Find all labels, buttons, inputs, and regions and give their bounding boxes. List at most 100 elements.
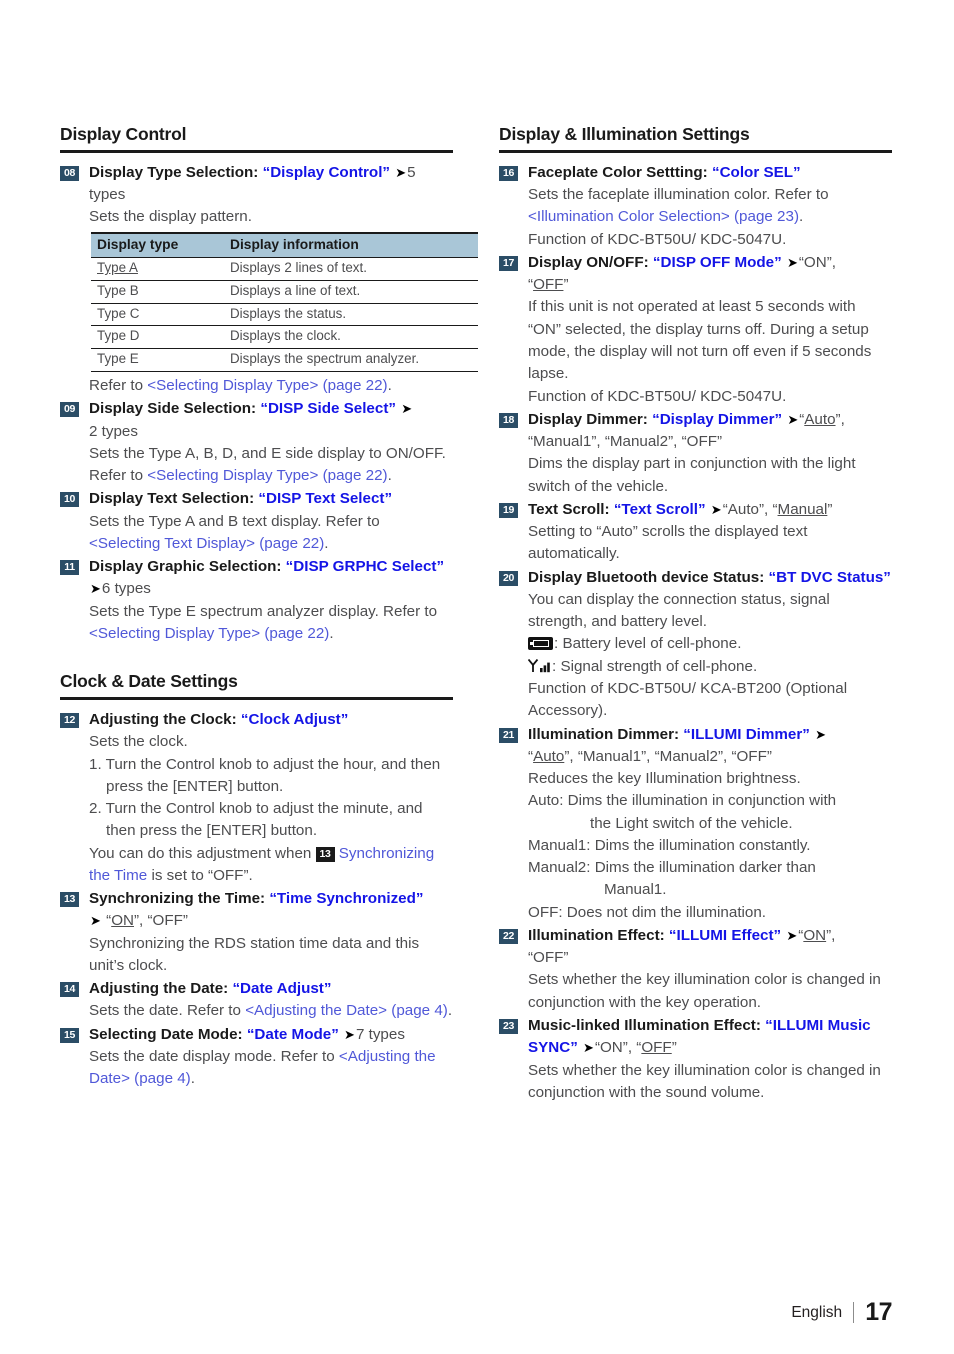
two-column-body: Display Control 08 Display Type Selectio… <box>60 124 892 1105</box>
note-prefix: You can do this adjustment when <box>89 844 316 862</box>
list-item-17: 17 Display ON/OFF: “DISP OFF Mode” ➤“ON”… <box>499 252 892 408</box>
setting-term: “DISP OFF Mode” <box>652 253 782 271</box>
definition-continuation: the Light switch of the vehicle. <box>590 814 793 832</box>
list-item-11: 11 Display Graphic Selection: “DISP GRPH… <box>60 556 453 645</box>
table-cell-default-label: Type A <box>97 260 138 276</box>
item-title: Display Type Selection: <box>89 163 259 181</box>
item-badge: 20 <box>499 570 518 586</box>
table-cell-info: Displays the spectrum analyzer. <box>224 348 478 372</box>
signal-icon <box>528 658 551 673</box>
item-title: Music-linked Illumination Effect: <box>528 1016 761 1034</box>
table-cell-type: Type D <box>91 325 224 350</box>
ref-prefix: Refer to <box>89 376 148 394</box>
icon-legend-battery: : Battery level of cell-phone. <box>528 633 892 655</box>
arrow-icon: ➤ <box>815 726 826 742</box>
table-row: Type D Displays the clock. <box>91 325 478 350</box>
item-title: Text Scroll: <box>528 500 610 518</box>
body-suffix: . <box>387 467 392 485</box>
item-note-line: You can do this adjustment when 13 Synch… <box>89 843 453 888</box>
icon-legend-text: : Signal strength of cell-phone. <box>552 657 758 675</box>
table-cell-type: Type B <box>91 280 224 304</box>
option-values-post: “OFF” <box>632 1039 677 1057</box>
list-item-22: 22 Illumination Effect: “ILLUMI Effect” … <box>499 925 892 1014</box>
table-cell-type: Type A <box>91 257 224 281</box>
list-item-12: 12 Adjusting the Clock: “Clock Adjust” S… <box>60 709 453 887</box>
note-suffix: is set to “OFF”. <box>147 866 253 884</box>
option-values-post: “OFF” <box>528 276 569 294</box>
table-cell-info: Displays a line of text. <box>224 280 478 304</box>
option-values-pre: “ON”, <box>798 253 836 271</box>
item-title: Display Bluetooth device Status: <box>528 568 765 586</box>
definition-off: OFF: Does not dim the illumination. <box>528 903 767 921</box>
item-body-line: Setting to “Auto” scrolls the displayed … <box>528 523 808 563</box>
table-row: Type B Displays a line of text. <box>91 280 478 304</box>
item-badge: 15 <box>60 1027 79 1043</box>
cross-reference-link[interactable]: <Selecting Text Display> (page 22) <box>89 535 324 552</box>
body-prefix: Sets the Type E spectrum analyzer displa… <box>89 602 438 620</box>
default-option: Manual <box>777 500 828 518</box>
option-values: “ON”, “OFF” <box>106 912 188 930</box>
item-body-line: Sets whether the key illumination color … <box>528 1061 881 1101</box>
page-footer: English 17 <box>791 1298 892 1327</box>
arrow-icon: ➤ <box>395 164 407 180</box>
section-heading-display-illumination: Display & Illumination Settings <box>499 124 892 153</box>
arrow-icon: ➤ <box>786 927 798 943</box>
body-prefix: Sets the Type A and B text display. Refe… <box>89 512 380 530</box>
cross-reference-link[interactable]: <Illumination Color Selection> (page 23) <box>528 208 799 225</box>
item-body-line: Synchronizing the RDS station time data … <box>89 934 420 974</box>
item-body-line: Sets the clock. <box>89 733 188 751</box>
setting-term: “Clock Adjust” <box>240 711 349 729</box>
list-item-21: 21 Illumination Dimmer: “ILLUMI Dimmer” … <box>499 724 892 924</box>
default-option: Auto <box>533 747 565 765</box>
item-title: Faceplate Color Settting: <box>528 163 708 181</box>
cross-reference-link[interactable]: <Selecting Display Type> (page 22) <box>147 467 387 484</box>
definition-text: Manual2: Dims the illumination darker th… <box>528 859 816 877</box>
option-values-pre: “ON”, <box>594 1039 633 1057</box>
option-values: “Auto”, “Manual1”, “Manual2”, “OFF” <box>528 747 772 765</box>
table-row: Type C Displays the status. <box>91 303 478 327</box>
default-option: ON <box>111 912 134 930</box>
item-body-line: Sets the date. Refer to <Adjusting the D… <box>89 1000 453 1022</box>
item-title: Illumination Effect: <box>528 926 665 944</box>
item-title: Illumination Dimmer: <box>528 725 680 743</box>
item-body-line: Sets the faceplate illumination color. R… <box>528 184 892 229</box>
setting-term: “ILLUMI Effect” <box>668 926 782 944</box>
manual-page: Display Control 08 Display Type Selectio… <box>0 0 954 1354</box>
item-badge: 16 <box>499 165 518 181</box>
table-header-cell: Display information <box>224 231 478 259</box>
item-model-note: Function of KDC-BT50U/ KDC-5047U. <box>528 387 787 405</box>
item-title: Adjusting the Clock: <box>89 711 237 729</box>
setting-term: “Time Synchronized” <box>269 890 424 908</box>
item-model-note: Function of KDC-BT50U/ KCA-BT200 (Option… <box>528 679 848 720</box>
item-badge: 13 <box>60 892 79 908</box>
option-values-post: “Manual” <box>768 500 833 518</box>
inline-reference-badge: 13 <box>315 846 335 862</box>
setting-term: “DISP GRPHC Select” <box>285 558 445 576</box>
table-header-cell: Display type <box>91 231 224 259</box>
cross-reference-link[interactable]: <Adjusting the Date> (page 4) <box>245 1002 448 1019</box>
ref-suffix: . <box>387 376 392 394</box>
cross-reference-link[interactable]: <Selecting Display Type> (page 22) <box>147 377 387 394</box>
setting-term: “ILLUMI Dimmer” <box>683 725 810 743</box>
table-header-row: Display type Display information <box>91 231 478 259</box>
item-badge: 10 <box>60 492 79 508</box>
definition-continuation: Manual1. <box>604 881 667 899</box>
right-column: Display & Illumination Settings 16 Facep… <box>499 124 892 1105</box>
item-badge: 18 <box>499 412 518 428</box>
definition-manual2: Manual2: Dims the illumination darker th… <box>528 857 892 902</box>
item-badge: 11 <box>60 560 79 576</box>
table-cell-info: Displays the clock. <box>224 325 478 350</box>
item-body-line: Sets whether the key illumination color … <box>528 971 881 1011</box>
option-values-post: “OFF” <box>528 949 569 967</box>
arrow-icon: ➤ <box>583 1040 594 1056</box>
item-body-line: Sets the Type A, B, D, and E side displa… <box>89 443 453 488</box>
item-model-note: Function of KDC-BT50U/ KDC-5047U. <box>528 230 787 248</box>
setting-term: “Date Mode” <box>246 1025 339 1043</box>
item-badge: 23 <box>499 1018 518 1034</box>
arrow-icon: ➤ <box>90 913 101 929</box>
item-title: Display Graphic Selection: <box>89 558 282 576</box>
item-after-arrow: 6 types <box>101 580 151 598</box>
item-badge: 09 <box>60 402 79 418</box>
cross-reference-link[interactable]: <Selecting Display Type> (page 22) <box>89 625 329 642</box>
arrow-icon: ➤ <box>401 401 413 417</box>
